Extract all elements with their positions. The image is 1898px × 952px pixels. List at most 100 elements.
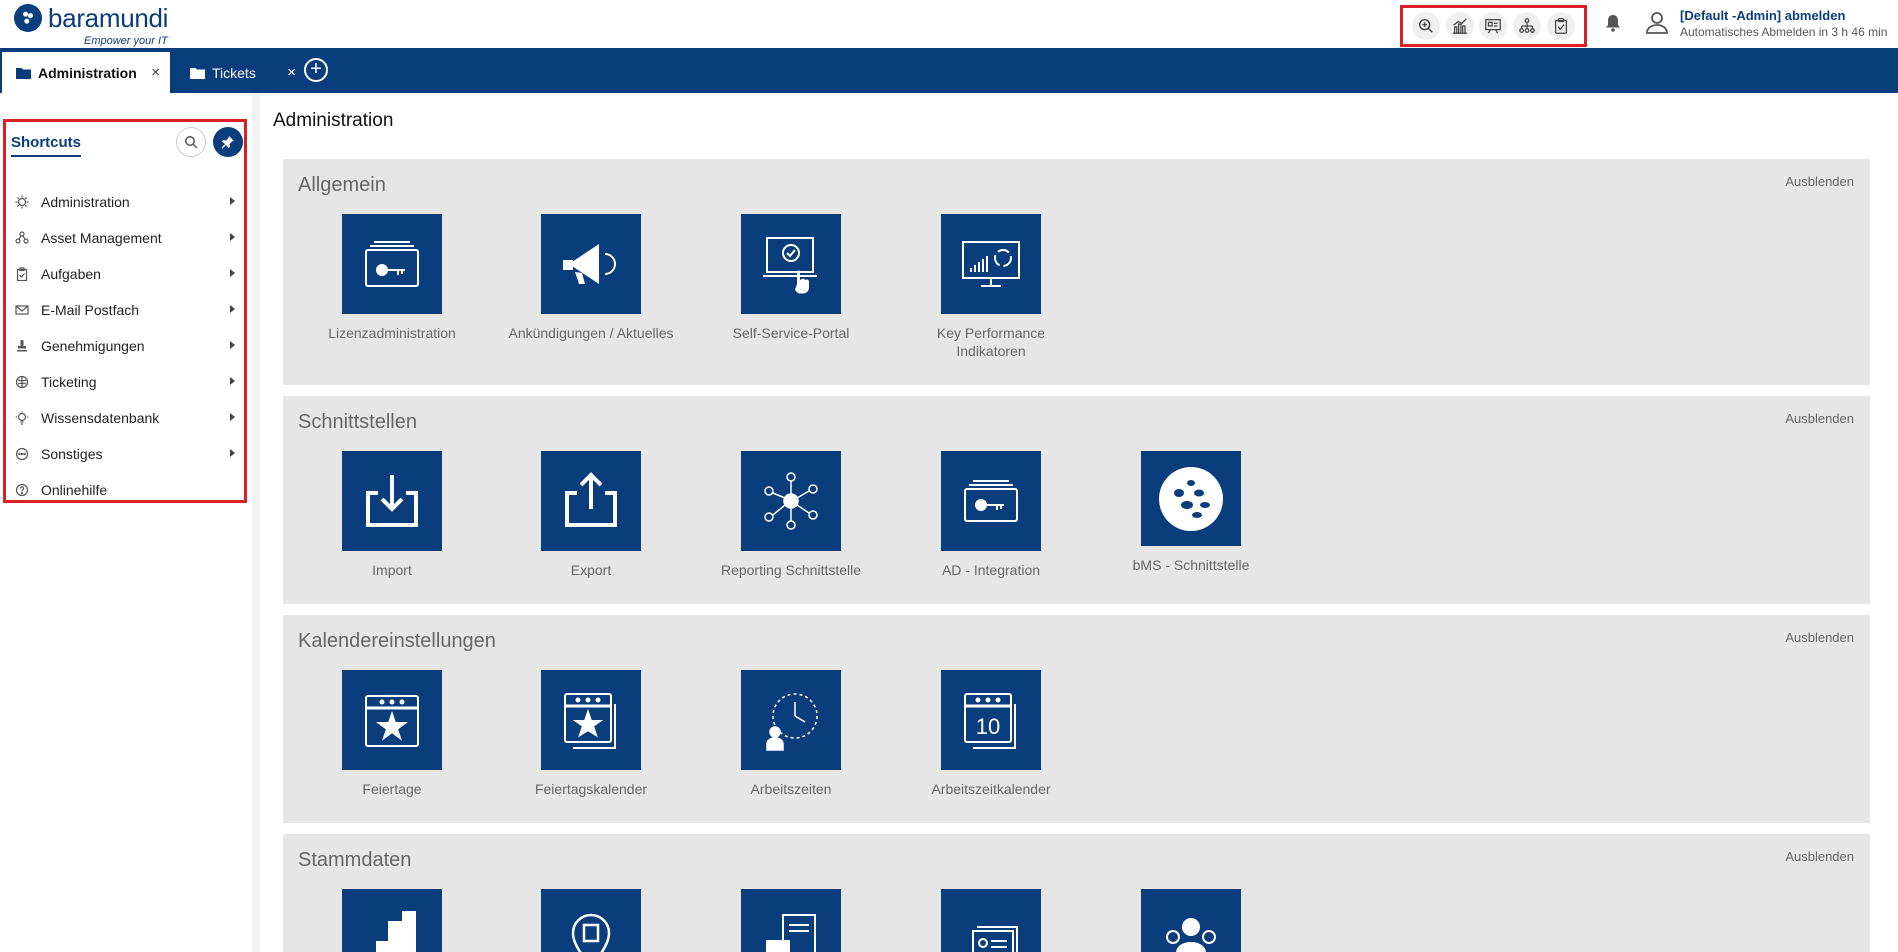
tab-bar: Administration × Tickets × +: [0, 48, 1898, 93]
tile-self-service-portal[interactable]: Self-Service-Portal: [701, 214, 881, 342]
main-content: Administration Allgemein Ausblenden Lize…: [262, 93, 1898, 952]
tile-feiertage[interactable]: Feiertage: [302, 670, 482, 798]
shortcut-label: E-Mail Postfach: [41, 302, 140, 318]
megaphone-icon: [563, 244, 616, 284]
tile-label: Ankündigungen / Aktuelles: [508, 325, 674, 341]
zoom-search-icon: [1418, 18, 1433, 33]
shortcut-label: Onlinehilfe: [41, 482, 108, 498]
calendar-stack-star-icon: [564, 693, 616, 749]
tile-label: bMS - Schnittstelle: [1132, 557, 1250, 573]
tile-arbeitszeiten[interactable]: Arbeitszeiten: [701, 670, 881, 798]
baramundi-logo-icon: [1159, 466, 1223, 531]
shortcut-item-wissensdatenbank[interactable]: Wissensdatenbank: [6, 400, 244, 436]
pin-button[interactable]: [213, 127, 243, 157]
import-icon: [366, 475, 418, 527]
presentation-button[interactable]: [1479, 12, 1508, 40]
hide-section-button[interactable]: Ausblenden: [1785, 630, 1854, 645]
hierarchy-icon: [1519, 18, 1536, 33]
tile-label: Arbeitszeiten: [750, 781, 832, 797]
shortcut-label: Asset Management: [41, 230, 162, 246]
presentation-icon: [1485, 19, 1502, 34]
submenu-arrow-icon: [230, 413, 235, 421]
sidebar: Shortcuts Administration Asset Managemen…: [0, 93, 260, 952]
tile-label: Feiertagskalender: [534, 781, 648, 797]
tile-label: Feiertage: [362, 781, 422, 797]
shortcut-item-ticketing[interactable]: Ticketing: [6, 364, 244, 400]
shortcuts-title[interactable]: Shortcuts: [11, 134, 82, 157]
submenu-arrow-icon: [230, 377, 235, 385]
tile-stammdaten-contacts[interactable]: [901, 889, 1081, 952]
page-title: Administration: [273, 110, 394, 131]
tab-administration[interactable]: Administration ×: [2, 52, 170, 93]
hide-section-button[interactable]: Ausblenden: [1785, 849, 1854, 864]
user-info: [Default -Admin] abmelden Automatisches …: [1680, 8, 1890, 39]
tile-bms-schnittstelle[interactable]: bMS - Schnittstelle: [1101, 451, 1281, 574]
tile-label: Arbeitszeitkalender: [931, 781, 1051, 797]
notification-bell-icon[interactable]: [1603, 13, 1623, 33]
people-icon: [1166, 918, 1216, 952]
tile-stammdaten-location[interactable]: [501, 889, 681, 952]
tile-arbeitszeitkalender[interactable]: 10 Arbeitszeitkalender: [901, 670, 1081, 798]
calendar-ten-icon: 10: [964, 693, 1016, 749]
document-calculator-icon: [766, 914, 816, 952]
shortcut-label: Sonstiges: [41, 446, 103, 462]
tab-label: Tickets: [212, 64, 256, 81]
zoom-search-button[interactable]: [1411, 12, 1440, 40]
shortcut-item-administration[interactable]: Administration: [6, 184, 244, 220]
section-schnittstellen: Schnittstellen Ausblenden Import Export …: [283, 396, 1870, 604]
logout-link[interactable]: [Default -Admin] abmelden: [1680, 8, 1890, 23]
chart-icon: [1452, 18, 1467, 34]
shortcut-item-sonstiges[interactable]: Sonstiges: [6, 436, 244, 472]
shortcut-item-email-postfach[interactable]: E-Mail Postfach: [6, 292, 244, 328]
tile-export[interactable]: Export: [501, 451, 681, 579]
self-service-icon: [763, 237, 817, 294]
tile-stammdaten-building[interactable]: [302, 889, 482, 952]
network-icon: [764, 472, 818, 530]
tab-tickets[interactable]: Tickets ×: [186, 52, 296, 93]
gear-icon: [15, 195, 29, 209]
shortcut-item-genehmigungen[interactable]: Genehmigungen: [6, 328, 244, 364]
tile-stammdaten-document[interactable]: [701, 889, 881, 952]
submenu-arrow-icon: [230, 269, 235, 277]
clipboard-check-button[interactable]: [1547, 12, 1576, 40]
search-icon: [185, 136, 198, 149]
hierarchy-button[interactable]: [1513, 12, 1542, 40]
tile-label: Self-Service-Portal: [732, 325, 850, 341]
shortcut-item-aufgaben[interactable]: Aufgaben: [6, 256, 244, 292]
tile-lizenzadministration[interactable]: Lizenzadministration: [302, 214, 482, 342]
shortcut-search-button[interactable]: [176, 127, 206, 157]
tile-import[interactable]: Import: [302, 451, 482, 579]
hide-section-button[interactable]: Ausblenden: [1785, 411, 1854, 426]
tab-close-button[interactable]: ×: [151, 64, 160, 81]
tile-label: Reporting Schnittstelle: [720, 562, 862, 578]
hide-section-button[interactable]: Ausblenden: [1785, 174, 1854, 189]
tab-close-button[interactable]: ×: [287, 64, 296, 81]
clipboard-icon: [16, 267, 28, 281]
baramundi-logo[interactable]: baramundi Empower your IT: [14, 3, 174, 47]
add-tab-button[interactable]: +: [304, 58, 328, 82]
shortcut-label: Aufgaben: [41, 266, 101, 282]
quick-tools-group: [1400, 5, 1587, 47]
tile-ankuendigungen[interactable]: Ankündigungen / Aktuelles: [501, 214, 681, 342]
shortcut-item-onlinehilfe[interactable]: Onlinehilfe: [6, 472, 244, 508]
chart-button[interactable]: [1445, 12, 1474, 40]
tile-reporting-schnittstelle[interactable]: Reporting Schnittstelle: [701, 451, 881, 579]
shortcut-item-asset-management[interactable]: Asset Management: [6, 220, 244, 256]
shortcut-label: Wissensdatenbank: [41, 410, 160, 426]
tile-stammdaten-people[interactable]: [1101, 889, 1281, 952]
more-icon: [15, 447, 29, 461]
section-allgemein: Allgemein Ausblenden Lizenzadministratio…: [283, 159, 1870, 385]
section-title: Allgemein: [298, 174, 386, 196]
mail-icon: [15, 305, 29, 315]
submenu-arrow-icon: [230, 449, 235, 457]
location-icon: [571, 913, 611, 952]
contact-cards-icon: [972, 926, 1018, 952]
tile-key-performance-indikatoren[interactable]: Key Performance Indikatoren: [901, 214, 1081, 360]
tile-label: Lizenzadministration: [328, 325, 456, 341]
auto-logout-text: Automatisches Abmelden in 3 h 46 min: [1680, 25, 1888, 39]
tile-label: Import: [372, 562, 412, 578]
user-icon[interactable]: [1644, 9, 1670, 35]
ticketing-icon: [15, 375, 29, 389]
tile-ad-integration[interactable]: AD - Integration: [901, 451, 1081, 579]
tile-feiertagskalender[interactable]: Feiertagskalender: [501, 670, 681, 798]
